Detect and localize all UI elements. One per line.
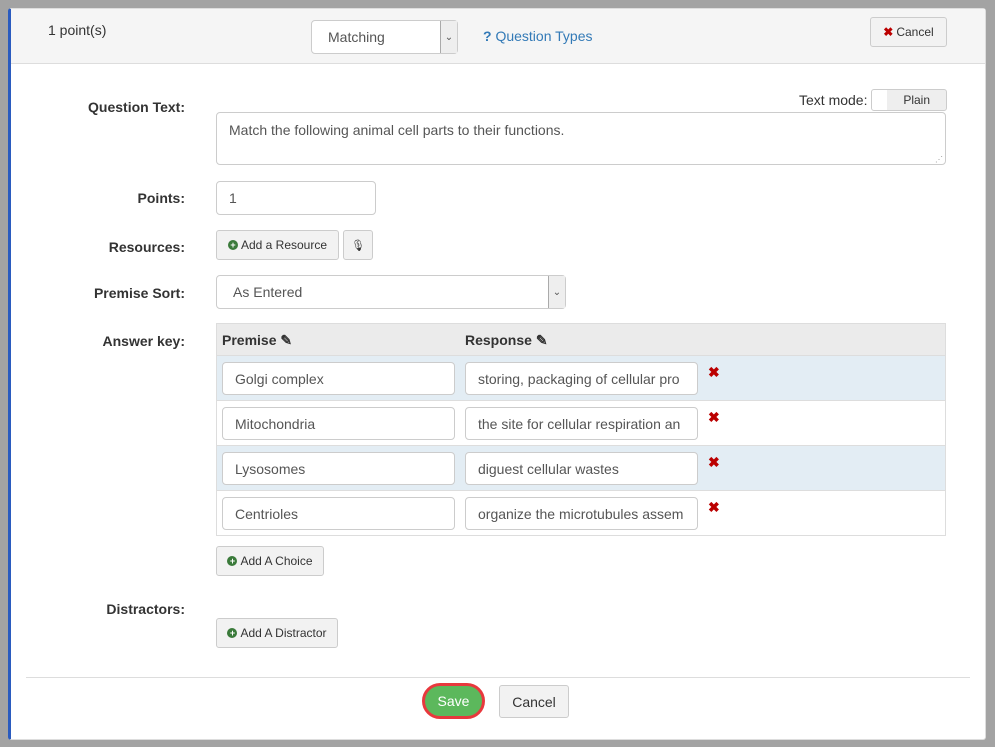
question-types-label: Question Types bbox=[495, 28, 593, 44]
question-type-value: Matching bbox=[328, 29, 385, 45]
text-mode-value: Plain bbox=[903, 93, 930, 107]
footer-divider bbox=[26, 677, 970, 678]
table-row: Centrioles organize the microtubules ass… bbox=[217, 491, 945, 536]
distractors-label: Distractors: bbox=[106, 601, 185, 617]
question-text-label: Question Text: bbox=[88, 99, 185, 115]
points-label: Points: bbox=[137, 190, 185, 206]
premise-header-label: Premise bbox=[222, 332, 277, 348]
footer-cancel-label: Cancel bbox=[512, 693, 556, 710]
table-row: Lysosomes diguest cellular wastes ✖ bbox=[217, 446, 945, 491]
response-header: Response ✎ bbox=[465, 332, 548, 349]
premise-value: Lysosomes bbox=[235, 460, 306, 477]
table-header: Premise ✎ Response ✎ bbox=[217, 324, 945, 356]
resources-label: Resources: bbox=[108, 239, 185, 255]
answer-key-label: Answer key: bbox=[102, 333, 185, 349]
question-mark-icon: ? bbox=[483, 28, 492, 44]
resize-handle-icon[interactable]: ⋰ bbox=[935, 155, 943, 164]
plus-circle-icon: + bbox=[227, 556, 238, 566]
premise-value: Golgi complex bbox=[235, 370, 324, 387]
plus-circle-icon: + bbox=[227, 628, 238, 638]
response-value: diguest cellular wastes bbox=[478, 460, 619, 477]
premise-sort-value: As Entered bbox=[233, 284, 303, 300]
add-resource-label: Add a Resource bbox=[240, 238, 328, 252]
add-distractor-label: Add A Distractor bbox=[240, 626, 327, 640]
header-cancel-button[interactable]: ✖ Cancel bbox=[870, 17, 947, 47]
premise-input[interactable]: Centrioles bbox=[222, 497, 455, 530]
response-value: the site for cellular respiration an bbox=[478, 415, 681, 432]
response-input[interactable]: the site for cellular respiration an bbox=[465, 407, 698, 440]
premise-value: Centrioles bbox=[235, 505, 299, 522]
response-input[interactable]: organize the microtubules assem bbox=[465, 497, 698, 530]
premise-sort-label: Premise Sort: bbox=[93, 285, 185, 301]
premise-sort-select[interactable]: As Entered ⌄ bbox=[216, 275, 566, 309]
response-value: storing, packaging of cellular pro bbox=[478, 370, 680, 387]
premise-input[interactable]: Lysosomes bbox=[222, 452, 455, 485]
question-text-value: Match the following animal cell parts to… bbox=[229, 122, 565, 138]
footer-cancel-button[interactable]: Cancel bbox=[499, 685, 569, 718]
add-resource-button[interactable]: + Add a Resource bbox=[216, 230, 339, 260]
save-button[interactable]: Save bbox=[422, 683, 485, 719]
points-value: 1 bbox=[229, 190, 237, 206]
add-choice-label: Add A Choice bbox=[240, 554, 313, 568]
record-audio-button[interactable]: 🎙 bbox=[343, 230, 373, 260]
response-value: organize the microtubules assem bbox=[478, 505, 684, 522]
close-icon: ✖ bbox=[883, 25, 894, 39]
chevron-down-icon: ⌄ bbox=[548, 276, 565, 308]
response-input[interactable]: diguest cellular wastes bbox=[465, 452, 698, 485]
response-header-label: Response bbox=[465, 332, 532, 348]
delete-row-icon[interactable]: ✖ bbox=[708, 499, 720, 516]
response-input[interactable]: storing, packaging of cellular pro bbox=[465, 362, 698, 395]
editor-header: 1 point(s) Matching ⌄ ? Question Types ✖… bbox=[11, 9, 985, 64]
plus-circle-icon: + bbox=[227, 240, 238, 250]
question-text-input[interactable]: Match the following animal cell parts to… bbox=[216, 112, 946, 165]
points-input[interactable]: 1 bbox=[216, 181, 376, 215]
premise-input[interactable]: Golgi complex bbox=[222, 362, 455, 395]
pencil-icon[interactable]: ✎ bbox=[536, 332, 548, 348]
microphone-icon: 🎙 bbox=[351, 239, 365, 252]
header-cancel-label: Cancel bbox=[896, 25, 934, 39]
delete-row-icon[interactable]: ✖ bbox=[708, 454, 720, 471]
save-label: Save bbox=[437, 693, 470, 709]
premise-header: Premise ✎ bbox=[222, 332, 292, 349]
chevron-down-icon: ⌄ bbox=[440, 21, 457, 53]
table-row: Golgi complex storing, packaging of cell… bbox=[217, 356, 945, 401]
question-types-link[interactable]: ? Question Types bbox=[483, 28, 592, 44]
question-type-select[interactable]: Matching ⌄ bbox=[311, 20, 458, 54]
add-choice-button[interactable]: + Add A Choice bbox=[216, 546, 324, 576]
table-row: Mitochondria the site for cellular respi… bbox=[217, 401, 945, 446]
delete-row-icon[interactable]: ✖ bbox=[708, 409, 720, 426]
delete-row-icon[interactable]: ✖ bbox=[708, 364, 720, 381]
points-summary: 1 point(s) bbox=[48, 22, 107, 38]
premise-input[interactable]: Mitochondria bbox=[222, 407, 455, 440]
text-mode-toggle[interactable]: Plain bbox=[871, 89, 947, 111]
premise-value: Mitochondria bbox=[235, 415, 316, 432]
question-editor-panel: 1 point(s) Matching ⌄ ? Question Types ✖… bbox=[8, 8, 986, 740]
add-distractor-button[interactable]: + Add A Distractor bbox=[216, 618, 338, 648]
text-mode-label: Text mode: bbox=[799, 92, 868, 108]
answer-key-table: Premise ✎ Response ✎ Golgi complex stori… bbox=[216, 323, 946, 536]
pencil-icon[interactable]: ✎ bbox=[280, 332, 292, 348]
